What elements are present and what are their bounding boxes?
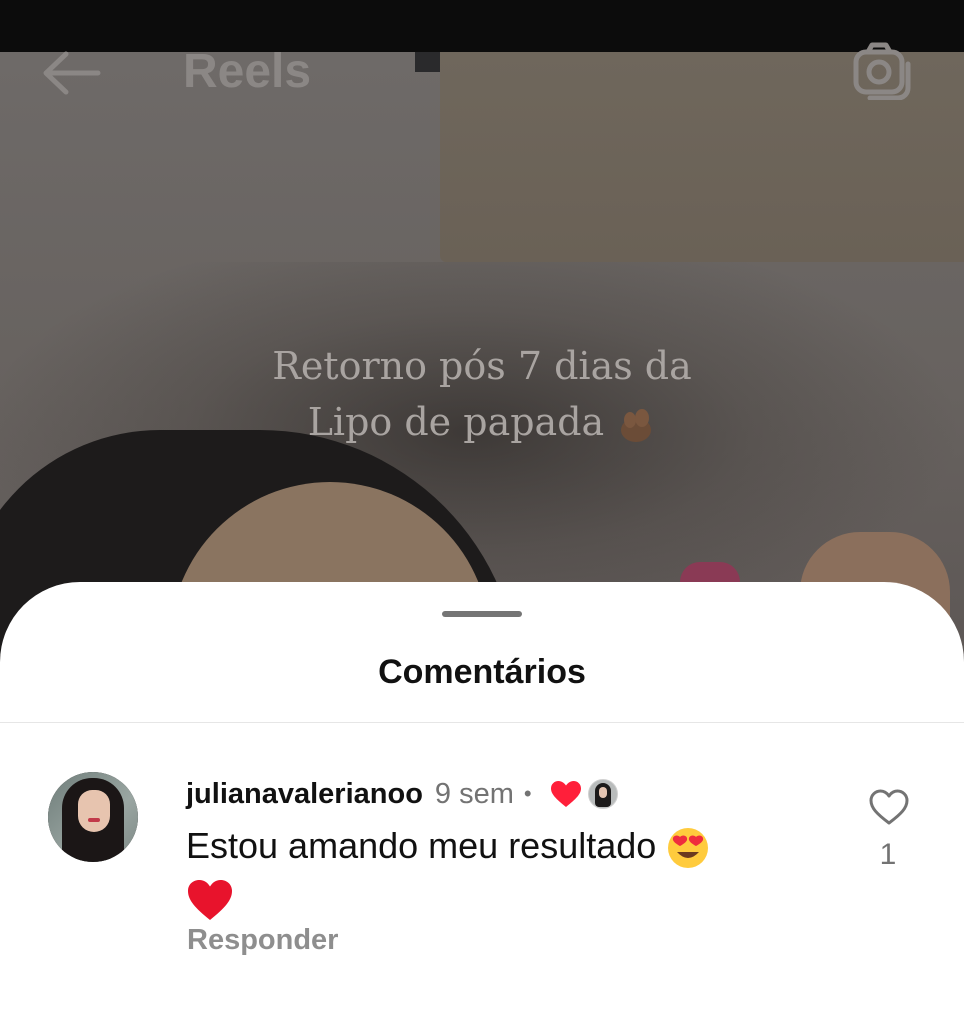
comment-username[interactable]: julianavalerianoo — [186, 778, 423, 811]
status-bar — [0, 0, 964, 52]
heart-icon[interactable] — [868, 788, 910, 826]
red-heart-emoji-icon — [188, 880, 232, 921]
sheet-drag-handle[interactable] — [442, 611, 522, 617]
comments-sheet: Comentários julianavalerianoo 9 sem • Es… — [0, 582, 964, 1024]
comment-meta: julianavalerianoo 9 sem • — [186, 774, 618, 814]
reel-caption: Retorno pós 7 dias da Lipo de papada — [232, 338, 732, 450]
sheet-divider — [0, 722, 964, 723]
camera-icon[interactable] — [852, 42, 914, 100]
meta-separator: • — [523, 781, 532, 806]
arrow-left-icon[interactable] — [40, 50, 102, 96]
like-count: 1 — [879, 838, 897, 871]
reply-button[interactable]: Responder — [187, 924, 338, 957]
avatar[interactable] — [48, 772, 138, 862]
comment-item: julianavalerianoo 9 sem • Estou amando m… — [0, 772, 964, 992]
creator-avatar-icon — [587, 779, 618, 809]
comment-timestamp: 9 sem — [434, 777, 514, 810]
heart-eyes-emoji-icon — [668, 828, 709, 869]
comment-body: Estou amando meu resultado — [186, 825, 657, 866]
caption-line-1: Retorno pós 7 dias da — [272, 344, 692, 388]
comment-text: Estou amando meu resultado — [186, 820, 806, 924]
comments-title: Comentários — [378, 653, 586, 691]
pinched-fingers-emoji-icon — [621, 408, 652, 442]
page-title: Reels — [183, 45, 312, 98]
caption-line-2-text: Lipo de papada — [307, 400, 605, 444]
caption-line-2: Lipo de papada — [232, 394, 732, 450]
creator-liked-heart-icon — [550, 781, 581, 807]
